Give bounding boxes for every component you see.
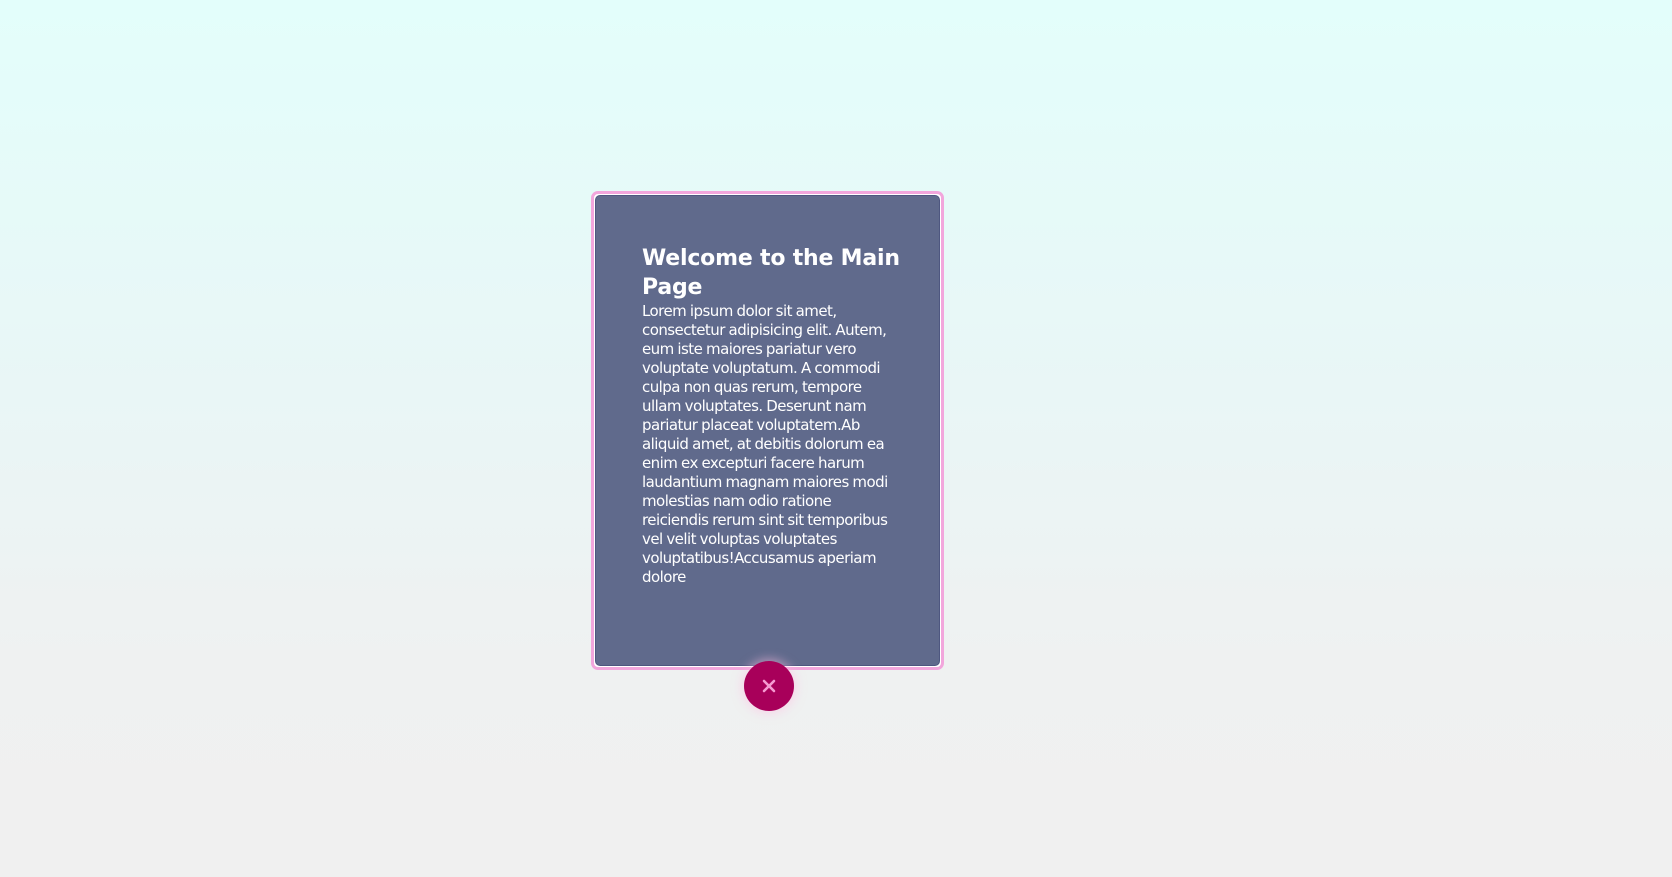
modal-content: Welcome to the Main Page Lorem ipsum dol… [595, 195, 940, 666]
modal-title: Welcome to the Main Page [642, 246, 900, 300]
close-icon [762, 679, 776, 693]
close-button[interactable] [744, 661, 794, 711]
modal-body-text: Lorem ipsum dolor sit amet, consectetur … [642, 302, 888, 586]
welcome-modal: Welcome to the Main Page Lorem ipsum dol… [591, 191, 944, 670]
